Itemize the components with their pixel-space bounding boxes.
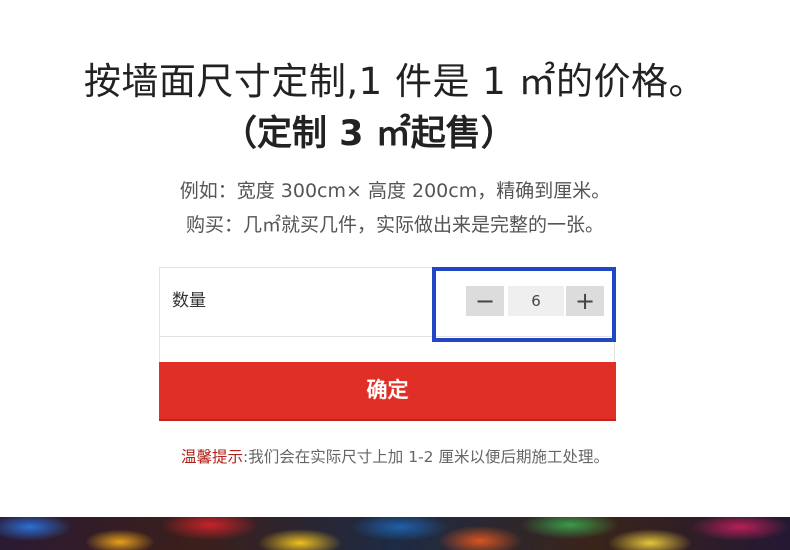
warm-tip: 温馨提示:我们会在实际尺寸上加 1-2 厘米以便后期施工处理。 — [0, 443, 790, 471]
stepper-highlight-frame — [432, 267, 616, 342]
warm-tip-text: 我们会在实际尺寸上加 1-2 厘米以便后期施工处理。 — [248, 448, 609, 466]
product-artwork-preview — [0, 517, 790, 550]
page-title: 按墙面尺寸定制,1 件是 1 ㎡的价格。 — [83, 60, 707, 103]
warm-tip-label: 温馨提示 — [181, 448, 244, 466]
size-example-text: 例如：宽度 300cm× 高度 200cm，精确到厘米。 — [179, 180, 611, 202]
confirm-button[interactable]: 确定 — [159, 362, 616, 421]
product-customization-panel: 按墙面尺寸定制,1 件是 1 ㎡的价格。 （定制 3 ㎡起售） 例如：宽度 30… — [0, 0, 790, 550]
quantity-label: 数量 — [172, 291, 206, 311]
purchase-instruction-text: 购买：几㎡就买几件，实际做出来是完整的一张。 — [185, 214, 604, 236]
minimum-order-note: （定制 3 ㎡起售） — [222, 114, 516, 154]
